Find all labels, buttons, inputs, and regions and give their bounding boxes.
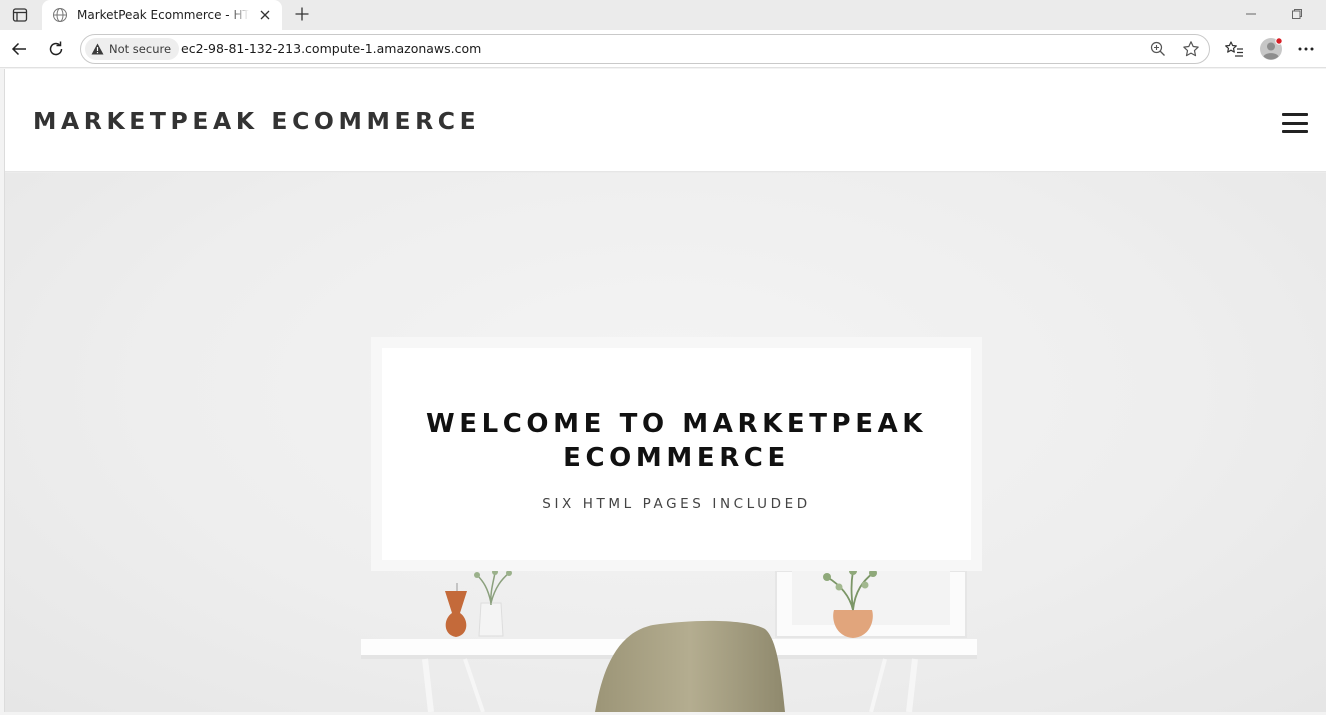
glass-vase-image [474,569,512,637]
browser-tab-strip: MarketPeak Ecommerce - HTML C [0,0,1326,30]
picture-frame-image [775,570,967,638]
hero-subtitle: SIX HTML PAGES INCLUDED [542,496,811,512]
reload-icon[interactable] [45,38,67,60]
new-tab-icon[interactable] [290,2,314,26]
hero-card: WELCOME TO MARKETPEAK ECOMMERCE SIX HTML… [371,337,982,571]
site-header: MARKETPEAK ECOMMERCE [5,69,1326,172]
restore-window-icon[interactable] [1288,5,1306,23]
warning-icon [91,43,104,55]
web-page: MARKETPEAK ECOMMERCE WELCOME TO MARKETPE… [4,69,1326,712]
browser-tab-active[interactable]: MarketPeak Ecommerce - HTML C [42,0,282,30]
favorites-list-icon[interactable] [1223,38,1245,60]
tab-title: MarketPeak Ecommerce - HTML C [77,8,249,22]
zoom-icon[interactable] [1149,40,1167,58]
security-label: Not secure [109,42,172,56]
address-bar[interactable]: Not secure ec2-98-81-132-213.compute-1.a… [80,34,1210,64]
menu-hamburger-icon[interactable] [1282,113,1308,133]
chair-image [595,620,785,712]
back-arrow-icon[interactable] [8,38,30,60]
close-tab-icon[interactable] [256,6,274,24]
copper-vase-image [445,583,467,637]
more-options-icon[interactable] [1295,38,1317,60]
hero-title: WELCOME TO MARKETPEAK ECOMMERCE [425,409,928,473]
url-text[interactable]: ec2-98-81-132-213.compute-1.amazonaws.co… [181,41,481,56]
favorite-star-icon[interactable] [1182,40,1200,58]
globe-icon [52,7,68,23]
minimize-icon[interactable] [1242,5,1260,23]
site-brand-logo[interactable]: MARKETPEAK ECOMMERCE [33,107,480,135]
hero-section: WELCOME TO MARKETPEAK ECOMMERCE SIX HTML… [5,173,1326,712]
tab-actions-icon[interactable] [10,5,30,25]
browser-toolbar: Not secure ec2-98-81-132-213.compute-1.a… [0,30,1326,68]
profile-avatar[interactable] [1258,36,1284,62]
hero-card-inner: WELCOME TO MARKETPEAK ECOMMERCE SIX HTML… [382,348,971,560]
security-indicator[interactable]: Not secure [85,38,180,60]
